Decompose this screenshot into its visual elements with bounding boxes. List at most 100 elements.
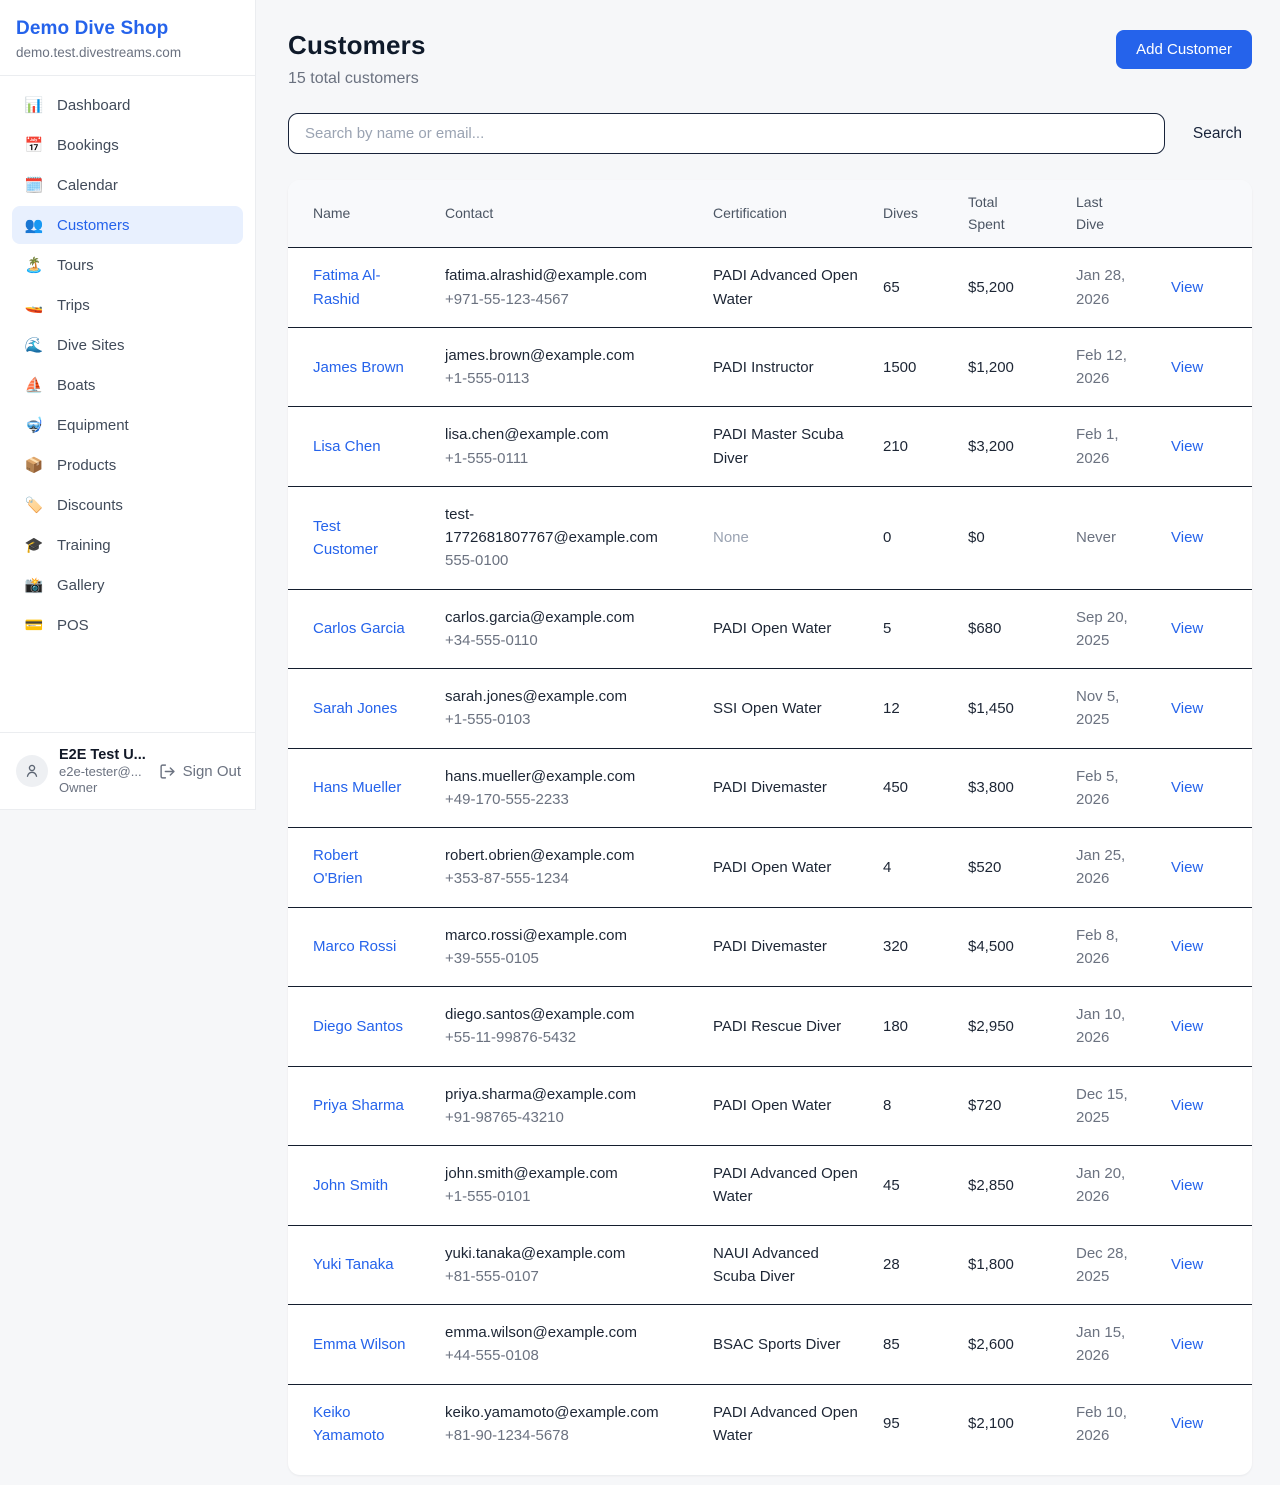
view-customer-link[interactable]: View (1171, 438, 1203, 455)
customer-name-link[interactable]: Diego Santos (313, 1015, 409, 1038)
sidebar-item-gallery[interactable]: 📸 Gallery (12, 566, 243, 604)
sidebar-item-label: Tours (57, 257, 94, 274)
view-customer-link[interactable]: View (1171, 859, 1203, 876)
avatar (16, 755, 48, 787)
sidebar-item-training[interactable]: 🎓 Training (12, 526, 243, 564)
view-customer-link[interactable]: View (1171, 1336, 1203, 1353)
customer-dives: 28 (883, 1253, 944, 1276)
customer-name-link[interactable]: Marco Rossi (313, 935, 409, 958)
customers-table: Name Contact Certification Dives Total S… (288, 180, 1252, 1463)
customer-dives: 65 (883, 276, 944, 299)
customer-contact: priya.sharma@example.com +91-98765-43210 (445, 1083, 665, 1130)
table-row: James Brown james.brown@example.com +1-5… (288, 327, 1252, 407)
customer-certification: PADI Master Scuba Diver (713, 423, 859, 470)
customer-name-link[interactable]: Sarah Jones (313, 697, 409, 720)
view-customer-link[interactable]: View (1171, 938, 1203, 955)
user-email: e2e-tester@... (59, 764, 148, 779)
customer-dives: 45 (883, 1174, 944, 1197)
package-icon: 📦 (24, 456, 44, 474)
sidebar-item-dive-sites[interactable]: 🌊 Dive Sites (12, 326, 243, 364)
view-customer-link[interactable]: View (1171, 1415, 1203, 1432)
customer-contact: emma.wilson@example.com +44-555-0108 (445, 1321, 665, 1368)
customer-contact: john.smith@example.com +1-555-0101 (445, 1162, 665, 1209)
view-customer-link[interactable]: View (1171, 700, 1203, 717)
customer-dives: 85 (883, 1333, 944, 1356)
customer-last-dive: Never (1076, 526, 1140, 549)
customer-phone: +971-55-123-4567 (445, 288, 665, 311)
table-row: Keiko Yamamoto keiko.yamamoto@example.co… (288, 1384, 1252, 1463)
column-header-certification: Certification (701, 180, 871, 248)
sidebar-item-boats[interactable]: ⛵ Boats (12, 366, 243, 404)
customer-phone: +49-170-555-2233 (445, 788, 665, 811)
customer-phone: +353-87-555-1234 (445, 867, 665, 890)
view-customer-link[interactable]: View (1171, 1256, 1203, 1273)
search-input[interactable] (288, 113, 1165, 154)
customer-name-link[interactable]: Test Customer (313, 515, 409, 562)
customer-total-spent: $3,200 (968, 435, 1052, 458)
table-row: Diego Santos diego.santos@example.com +5… (288, 987, 1252, 1067)
customer-total-spent: $1,450 (968, 697, 1052, 720)
sidebar-item-calendar[interactable]: 🗓️ Calendar (12, 166, 243, 204)
view-customer-link[interactable]: View (1171, 620, 1203, 637)
customer-certification: PADI Advanced Open Water (713, 1162, 859, 1209)
customer-name-link[interactable]: Emma Wilson (313, 1333, 409, 1356)
view-customer-link[interactable]: View (1171, 1097, 1203, 1114)
sidebar-item-equipment[interactable]: 🤿 Equipment (12, 406, 243, 444)
customer-certification: PADI Instructor (713, 356, 859, 379)
customer-name-link[interactable]: Carlos Garcia (313, 617, 409, 640)
customer-dives: 8 (883, 1094, 944, 1117)
sidebar-item-tours[interactable]: 🏝️ Tours (12, 246, 243, 284)
customer-email: john.smith@example.com (445, 1162, 665, 1185)
customer-name-link[interactable]: James Brown (313, 356, 409, 379)
customer-last-dive: Dec 15, 2025 (1076, 1083, 1140, 1130)
page-title: Customers (288, 30, 426, 61)
sidebar-item-trips[interactable]: 🚤 Trips (12, 286, 243, 324)
customer-name-link[interactable]: John Smith (313, 1174, 409, 1197)
view-customer-link[interactable]: View (1171, 529, 1203, 546)
sidebar-item-label: Customers (57, 217, 130, 234)
sidebar-item-discounts[interactable]: 🏷️ Discounts (12, 486, 243, 524)
view-customer-link[interactable]: View (1171, 779, 1203, 796)
add-customer-button[interactable]: Add Customer (1116, 30, 1252, 69)
customer-name-link[interactable]: Lisa Chen (313, 435, 409, 458)
spiral-calendar-icon: 🗓️ (24, 176, 44, 194)
table-row: Emma Wilson emma.wilson@example.com +44-… (288, 1305, 1252, 1385)
customer-name-link[interactable]: Hans Mueller (313, 776, 409, 799)
calendar-date-icon: 📅 (24, 136, 44, 154)
customer-total-spent: $2,600 (968, 1333, 1052, 1356)
sidebar: Demo Dive Shop demo.test.divestreams.com… (0, 0, 256, 810)
customer-phone: +39-555-0105 (445, 947, 665, 970)
table-row: John Smith john.smith@example.com +1-555… (288, 1146, 1252, 1226)
view-customer-link[interactable]: View (1171, 279, 1203, 296)
customer-phone: +81-90-1234-5678 (445, 1424, 665, 1447)
sidebar-item-customers[interactable]: 👥 Customers (12, 206, 243, 244)
table-row: Yuki Tanaka yuki.tanaka@example.com +81-… (288, 1225, 1252, 1305)
column-header-name: Name (288, 180, 433, 248)
customers-table-card: Name Contact Certification Dives Total S… (288, 180, 1252, 1475)
table-row: Test Customer test-1772681807767@example… (288, 486, 1252, 589)
customer-name-link[interactable]: Robert O'Brien (313, 844, 409, 891)
sidebar-item-products[interactable]: 📦 Products (12, 446, 243, 484)
camera-icon: 📸 (24, 576, 44, 594)
sidebar-item-bookings[interactable]: 📅 Bookings (12, 126, 243, 164)
customer-name-link[interactable]: Fatima Al-Rashid (313, 264, 409, 311)
sidebar-item-label: Discounts (57, 497, 123, 514)
customer-total-spent: $1,800 (968, 1253, 1052, 1276)
column-header-last-dive: Last Dive (1064, 180, 1159, 248)
sidebar-item-label: Calendar (57, 177, 118, 194)
customer-name-link[interactable]: Priya Sharma (313, 1094, 409, 1117)
customer-last-dive: Dec 28, 2025 (1076, 1242, 1140, 1289)
sidebar-item-label: Boats (57, 377, 95, 394)
sign-out-button[interactable]: Sign Out (159, 763, 241, 780)
search-button[interactable]: Search (1183, 117, 1252, 151)
sidebar-item-dashboard[interactable]: 📊 Dashboard (12, 86, 243, 124)
view-customer-link[interactable]: View (1171, 1018, 1203, 1035)
sidebar-item-pos[interactable]: 💳 POS (12, 606, 243, 644)
search-bar: Search (288, 113, 1252, 154)
customer-name-link[interactable]: Yuki Tanaka (313, 1253, 409, 1276)
view-customer-link[interactable]: View (1171, 359, 1203, 376)
view-customer-link[interactable]: View (1171, 1177, 1203, 1194)
sign-out-icon (159, 763, 176, 780)
customer-name-link[interactable]: Keiko Yamamoto (313, 1401, 409, 1448)
graduation-cap-icon: 🎓 (24, 536, 44, 554)
